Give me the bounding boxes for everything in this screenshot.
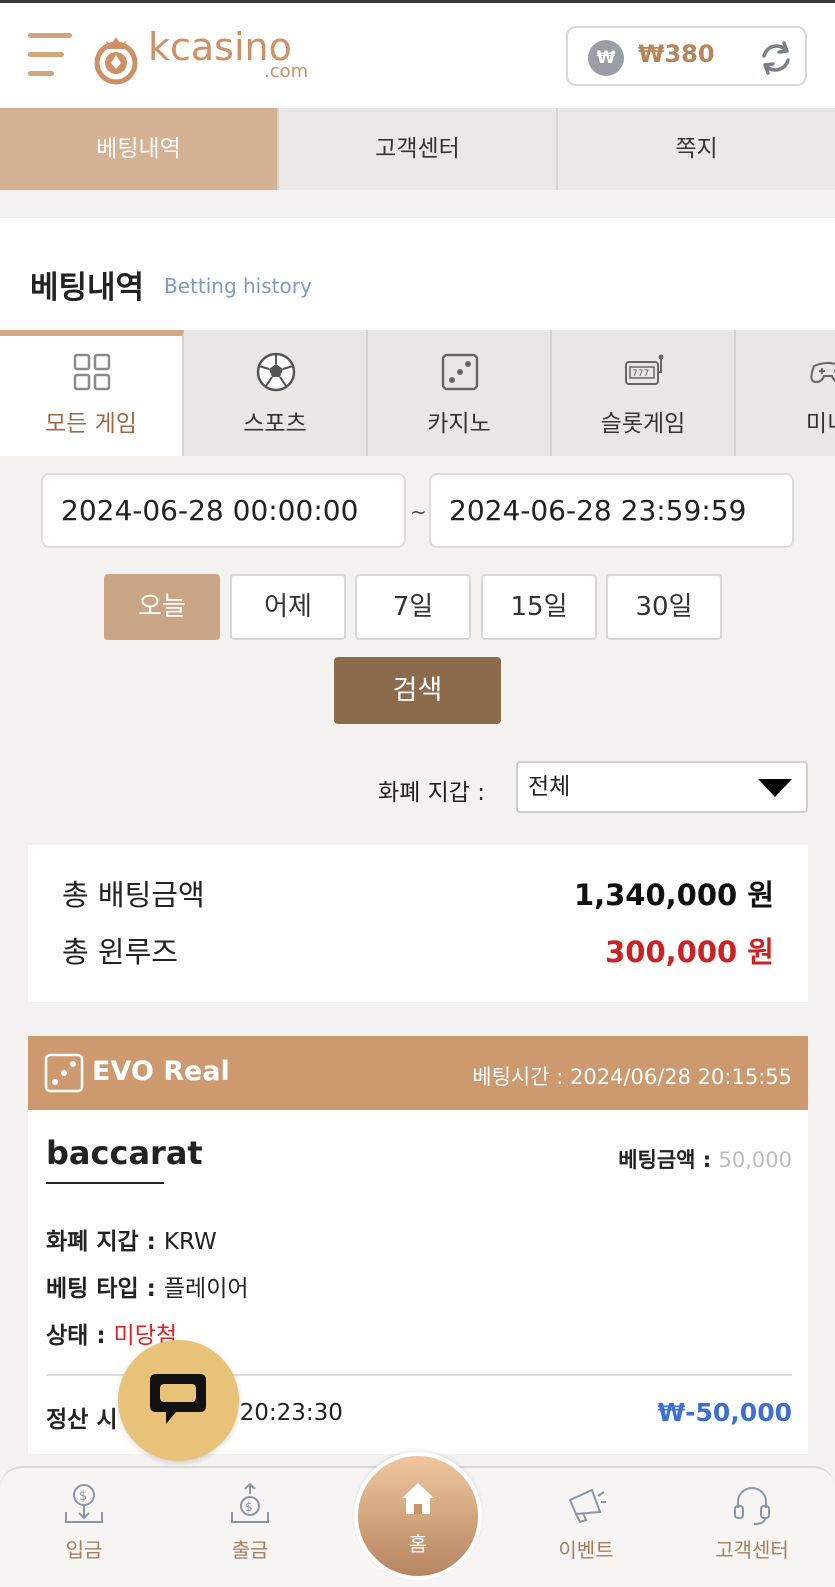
date-separator: ~ xyxy=(410,500,427,524)
status-label: 상태 : xyxy=(46,1323,114,1349)
won-icon: ₩ xyxy=(588,40,624,76)
card-header: EVO Real 베팅시간 : 2024/06/28 20:15:55 xyxy=(28,1036,808,1110)
hamburger-menu-icon[interactable] xyxy=(28,33,72,79)
grid-icon xyxy=(73,353,111,391)
total-bet-label: 총 배팅금액 xyxy=(62,878,205,912)
withdraw-icon: $ xyxy=(231,1482,269,1523)
refresh-icon[interactable] xyxy=(756,38,796,78)
bet-time: 베팅시간 : 2024/06/28 20:15:55 xyxy=(472,1065,792,1089)
dice-icon xyxy=(44,1053,84,1093)
start-date-input[interactable]: 2024-06-28 00:00:00 xyxy=(41,473,406,548)
search-button[interactable]: 검색 xyxy=(334,657,501,724)
nav-withdraw-label: 출금 xyxy=(231,1538,269,1562)
wallet-selected-value: 전체 xyxy=(528,774,571,800)
nav-deposit[interactable]: $ 입금 xyxy=(24,1482,144,1563)
nav-event[interactable]: 이벤트 xyxy=(526,1482,646,1563)
balance-box: ₩ ₩380 xyxy=(566,26,807,86)
tab-messages[interactable]: 쪽지 xyxy=(556,108,835,190)
kcasino-logo[interactable]: kcasino .com xyxy=(92,25,332,89)
tab-label: 모든 게임 xyxy=(45,411,137,437)
game-category-tabs: 모든 게임 스포츠 카지노 777 슬롯게임 미 xyxy=(0,330,835,456)
currency-row: 화폐 지갑 : KRW xyxy=(46,1222,217,1256)
tab-customer-center[interactable]: 고객센터 xyxy=(277,108,556,190)
bet-amount-value: 50,000 xyxy=(718,1148,792,1172)
tab-casino[interactable]: 카지노 xyxy=(368,330,552,456)
tab-mini[interactable]: 미니 xyxy=(736,330,835,456)
home-button[interactable]: 홈 xyxy=(354,1452,482,1580)
headset-icon xyxy=(734,1487,770,1525)
totals-summary: 총 배팅금액 1,340,000 원 총 윈루즈 300,000 원 xyxy=(28,845,808,1002)
settlement-amount: ₩-50,000 xyxy=(657,1398,792,1427)
wallet-label: 화폐 지갑 : xyxy=(378,780,486,806)
total-bet-value: 1,340,000 원 xyxy=(573,878,774,912)
deposit-icon: $ xyxy=(65,1484,103,1523)
page-subtitle: Betting history xyxy=(164,274,312,298)
chat-button[interactable] xyxy=(118,1340,239,1461)
nav-support[interactable]: 고객센터 xyxy=(692,1482,812,1563)
dropdown-arrow-icon xyxy=(758,779,792,797)
provider-name: EVO Real xyxy=(92,1056,230,1087)
settlement-label: 정산 시 xyxy=(46,1407,118,1433)
page-title: 베팅내역 xyxy=(30,270,145,306)
bet-amount: 베팅금액 : 50,000 xyxy=(618,1144,792,1174)
currency-value: KRW xyxy=(163,1229,217,1255)
app-header: kcasino .com ₩ ₩380 xyxy=(0,0,835,108)
total-winloss-value: 300,000 원 xyxy=(605,935,774,969)
7days-button[interactable]: 7일 xyxy=(355,574,471,640)
svg-text:$: $ xyxy=(245,1500,253,1514)
section-header: 베팅내역 Betting history xyxy=(0,218,835,330)
top-tabs: 베팅내역 고객센터 쪽지 xyxy=(0,108,835,190)
svg-text:777: 777 xyxy=(632,369,649,379)
15days-button[interactable]: 15일 xyxy=(481,574,597,640)
today-button[interactable]: 오늘 xyxy=(104,574,220,640)
soccer-ball-icon xyxy=(256,352,296,392)
game-name: baccarat xyxy=(46,1134,203,1184)
slot-machine-icon: 777 xyxy=(625,354,664,385)
logo-chip-icon xyxy=(94,37,138,85)
tab-betting-history[interactable]: 베팅내역 xyxy=(0,108,277,190)
tab-all-games[interactable]: 모든 게임 xyxy=(0,330,184,456)
tab-label: 스포츠 xyxy=(243,411,307,437)
tab-slots[interactable]: 777 슬롯게임 xyxy=(552,330,736,456)
tab-label: 슬롯게임 xyxy=(600,411,686,437)
bet-amount-label: 베팅금액 : xyxy=(618,1148,719,1172)
tab-label: 미니 xyxy=(805,411,835,437)
yesterday-button[interactable]: 어제 xyxy=(230,574,346,640)
logo-subtext: .com xyxy=(264,61,309,82)
gamepad-icon xyxy=(810,362,835,384)
nav-withdraw[interactable]: $ 출금 xyxy=(190,1482,310,1563)
home-label: 홈 xyxy=(408,1532,428,1556)
dice-icon xyxy=(441,353,479,391)
currency-label: 화폐 지갑 : xyxy=(46,1229,164,1255)
megaphone-icon xyxy=(568,1488,606,1524)
bet-type-label: 베팅 타입 : xyxy=(46,1276,164,1302)
total-winloss-label: 총 윈루즈 xyxy=(62,935,178,969)
nav-support-label: 고객센터 xyxy=(715,1538,789,1562)
nav-event-label: 이벤트 xyxy=(558,1538,614,1562)
bet-type-row: 베팅 타입 : 플레이어 xyxy=(46,1269,249,1303)
tab-sports[interactable]: 스포츠 xyxy=(184,330,368,456)
balance-amount: ₩380 xyxy=(638,40,715,68)
bet-type-value: 플레이어 xyxy=(163,1276,249,1302)
svg-text:$: $ xyxy=(79,1489,87,1504)
home-icon xyxy=(402,1483,434,1514)
wallet-select[interactable]: 전체 xyxy=(516,761,808,813)
end-date-input[interactable]: 2024-06-28 23:59:59 xyxy=(429,473,794,548)
nav-deposit-label: 입금 xyxy=(65,1538,103,1562)
chat-bubble-icon xyxy=(150,1374,206,1424)
tab-label: 카지노 xyxy=(427,411,491,437)
30days-button[interactable]: 30일 xyxy=(606,574,722,640)
